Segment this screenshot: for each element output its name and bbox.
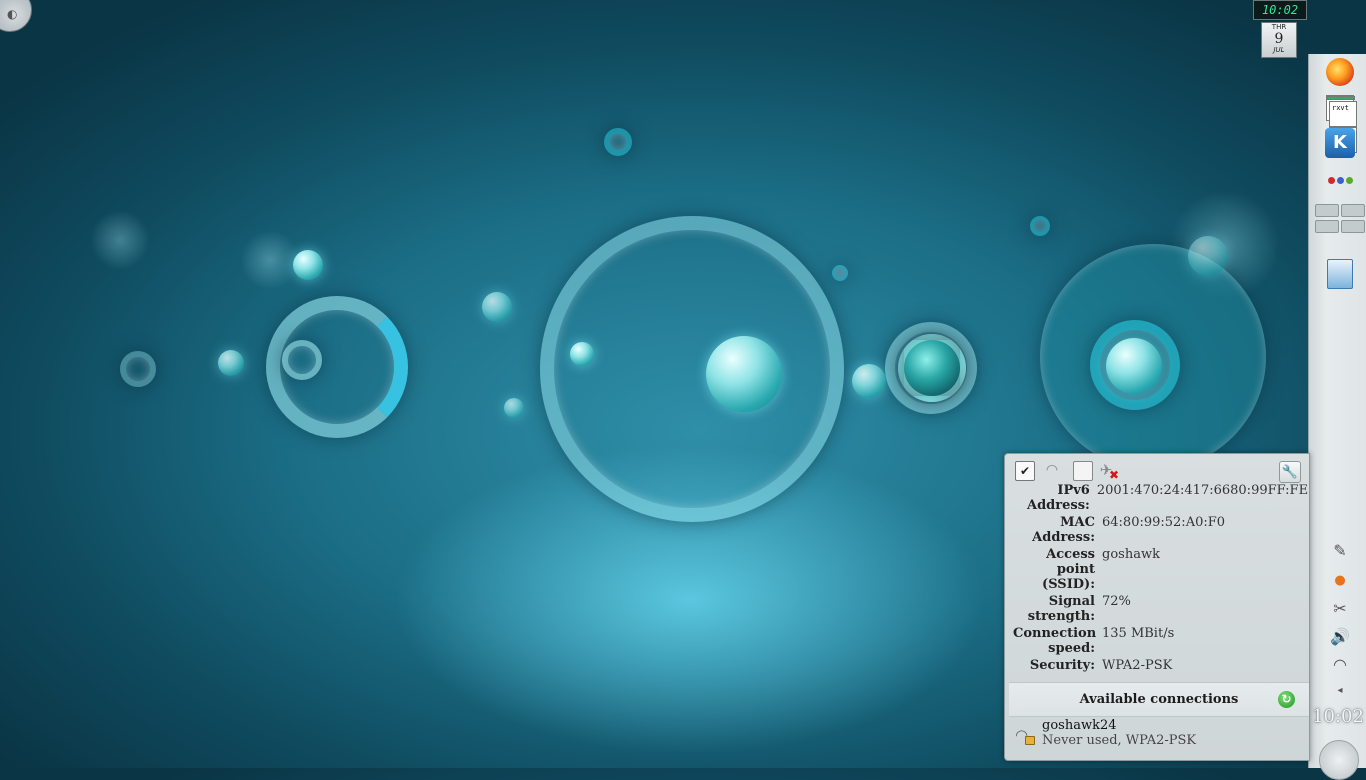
expand-arrow-icon[interactable]: ◂ <box>1327 680 1353 702</box>
terminal-label: rxvt <box>1329 101 1357 127</box>
detail-row: IPv6 Address: 2001:470:24:417:6680:99FF:… <box>1005 483 1309 513</box>
wallpaper-orb <box>293 250 323 280</box>
activities-icon[interactable] <box>1324 172 1356 188</box>
detail-label: IPv6 Address: <box>1027 483 1090 513</box>
desktop-toolbox-button[interactable]: ◐ <box>0 0 32 32</box>
wallpaper-orb <box>218 350 244 376</box>
detail-value: 135 MBit/s <box>1102 626 1175 641</box>
detail-value: 2001:470:24:417:6680:99FF:FE5 <box>1096 483 1310 498</box>
mobile-broadband-checkbox[interactable] <box>1073 461 1093 481</box>
wallpaper-orb <box>482 292 512 322</box>
detail-row: Signal strength: 72% <box>1005 594 1309 624</box>
calendar-day: 9 <box>1274 31 1284 47</box>
wrench-icon[interactable]: 🔧 <box>1279 461 1301 483</box>
wallpaper-ring <box>540 216 844 522</box>
terminal-icon[interactable]: rxvt~> ▌ <box>1324 92 1357 153</box>
wallpaper-orb <box>898 334 966 402</box>
panel-toolbox-button[interactable] <box>1319 740 1359 780</box>
digital-clock: 10:02 <box>1253 0 1307 20</box>
wallpaper-orb <box>706 336 782 412</box>
available-connections-header: Available connections ↻ <box>1009 682 1309 717</box>
pager-desktop-2[interactable] <box>1341 204 1365 217</box>
wallpaper-ring <box>832 265 848 281</box>
software-updates-icon[interactable]: ● <box>1327 570 1353 592</box>
enable-networking-checkbox[interactable]: ✔ <box>1015 461 1035 481</box>
pager-desktop-1[interactable] <box>1315 204 1339 217</box>
connection-item[interactable]: ◠ goshawk24 Never used, WPA2-PSK <box>1009 716 1309 756</box>
connection-details: IPv6 Address: 2001:470:24:417:6680:99FF:… <box>1005 483 1309 675</box>
wallpaper-bubble <box>240 230 300 290</box>
calendar-icon: THR 9 JUL <box>1261 22 1297 58</box>
detail-value: 64:80:99:52:A0:F0 <box>1102 515 1226 530</box>
detail-row: Connection speed: 135 MBit/s <box>1005 626 1309 656</box>
detail-label: MAC Address: <box>1032 515 1095 545</box>
volume-icon[interactable]: 🔊 <box>1327 626 1353 648</box>
available-connections-title: Available connections <box>1079 692 1239 707</box>
detail-label: Signal strength: <box>1027 594 1095 624</box>
panel-clock[interactable]: 10:02 <box>1309 706 1366 727</box>
pager-desktop-3[interactable] <box>1315 220 1339 233</box>
wallpaper-orb <box>1106 338 1162 394</box>
activity-dot-blue <box>1336 176 1344 184</box>
wallpaper-orb <box>1188 236 1228 276</box>
wallpaper-ring <box>604 128 632 156</box>
wallpaper-ring <box>266 296 408 438</box>
wallpaper-orb <box>570 342 594 366</box>
wallpaper-ring <box>885 322 977 414</box>
wallpaper-ring <box>282 340 322 380</box>
kde-menu-icon[interactable]: K <box>1324 127 1356 159</box>
desktop-pager[interactable] <box>1315 204 1365 236</box>
wallpaper-bubble <box>90 210 150 270</box>
network-popup: ✔ ◠ ✈ ✖ 🔧 IPv6 Address: 2001:470:24:417:6… <box>1004 453 1310 761</box>
connection-description: Never used, WPA2-PSK <box>1042 733 1197 748</box>
activity-dot-green <box>1345 176 1353 184</box>
wallpaper-ring <box>120 351 156 387</box>
detail-value: goshawk <box>1102 547 1160 562</box>
wallpaper-ring <box>1090 320 1180 410</box>
network-toolbar: ✔ ◠ ✈ ✖ 🔧 <box>1013 461 1303 483</box>
wallpaper-ring <box>1030 216 1050 236</box>
wifi-secured-icon: ◠ <box>1015 726 1037 748</box>
calendar-month: JUL <box>1273 46 1285 54</box>
detail-label: Access point (SSID): <box>1042 547 1095 592</box>
wifi-icon[interactable]: ◠ <box>1043 461 1061 479</box>
right-panel: rxvt~> ▌ K ✎ ● ✂ 🔊 ◠ ◂ 10:02 <box>1308 54 1366 780</box>
klipper-scissors-icon[interactable]: ✂ <box>1327 598 1353 620</box>
wallpaper-bubble <box>1170 190 1280 300</box>
lock-icon <box>1025 736 1035 745</box>
disabled-x-icon: ✖ <box>1108 468 1119 482</box>
detail-value: 72% <box>1102 594 1131 609</box>
notes-icon[interactable]: ✎ <box>1327 540 1353 562</box>
detail-label: Security: <box>1029 658 1095 673</box>
firefox-icon[interactable] <box>1324 56 1356 88</box>
detail-row: MAC Address: 64:80:99:52:A0:F0 <box>1005 515 1309 545</box>
detail-row: Access point (SSID): goshawk <box>1005 547 1309 592</box>
detail-row: Security: WPA2-PSK <box>1005 658 1309 673</box>
activity-dot-red <box>1327 176 1335 184</box>
wallpaper-ring <box>1040 244 1266 470</box>
refresh-icon[interactable]: ↻ <box>1278 691 1295 708</box>
wallpaper-orb <box>504 398 524 418</box>
network-icon[interactable]: ◠ <box>1327 654 1353 676</box>
file-manager-icon[interactable] <box>1324 258 1356 290</box>
connection-name: goshawk24 <box>1042 718 1117 733</box>
cashew-icon: ◐ <box>7 7 18 21</box>
detail-value: WPA2-PSK <box>1102 658 1173 673</box>
clock-widget[interactable]: 10:02 THR 9 JUL <box>1253 0 1307 58</box>
kde-glyph: K <box>1325 128 1355 158</box>
airplane-mode-icon[interactable]: ✈ ✖ <box>1097 461 1119 482</box>
wallpaper-orb <box>852 364 886 398</box>
detail-label: Connection speed: <box>1013 626 1097 656</box>
pager-desktop-4[interactable] <box>1341 220 1365 233</box>
